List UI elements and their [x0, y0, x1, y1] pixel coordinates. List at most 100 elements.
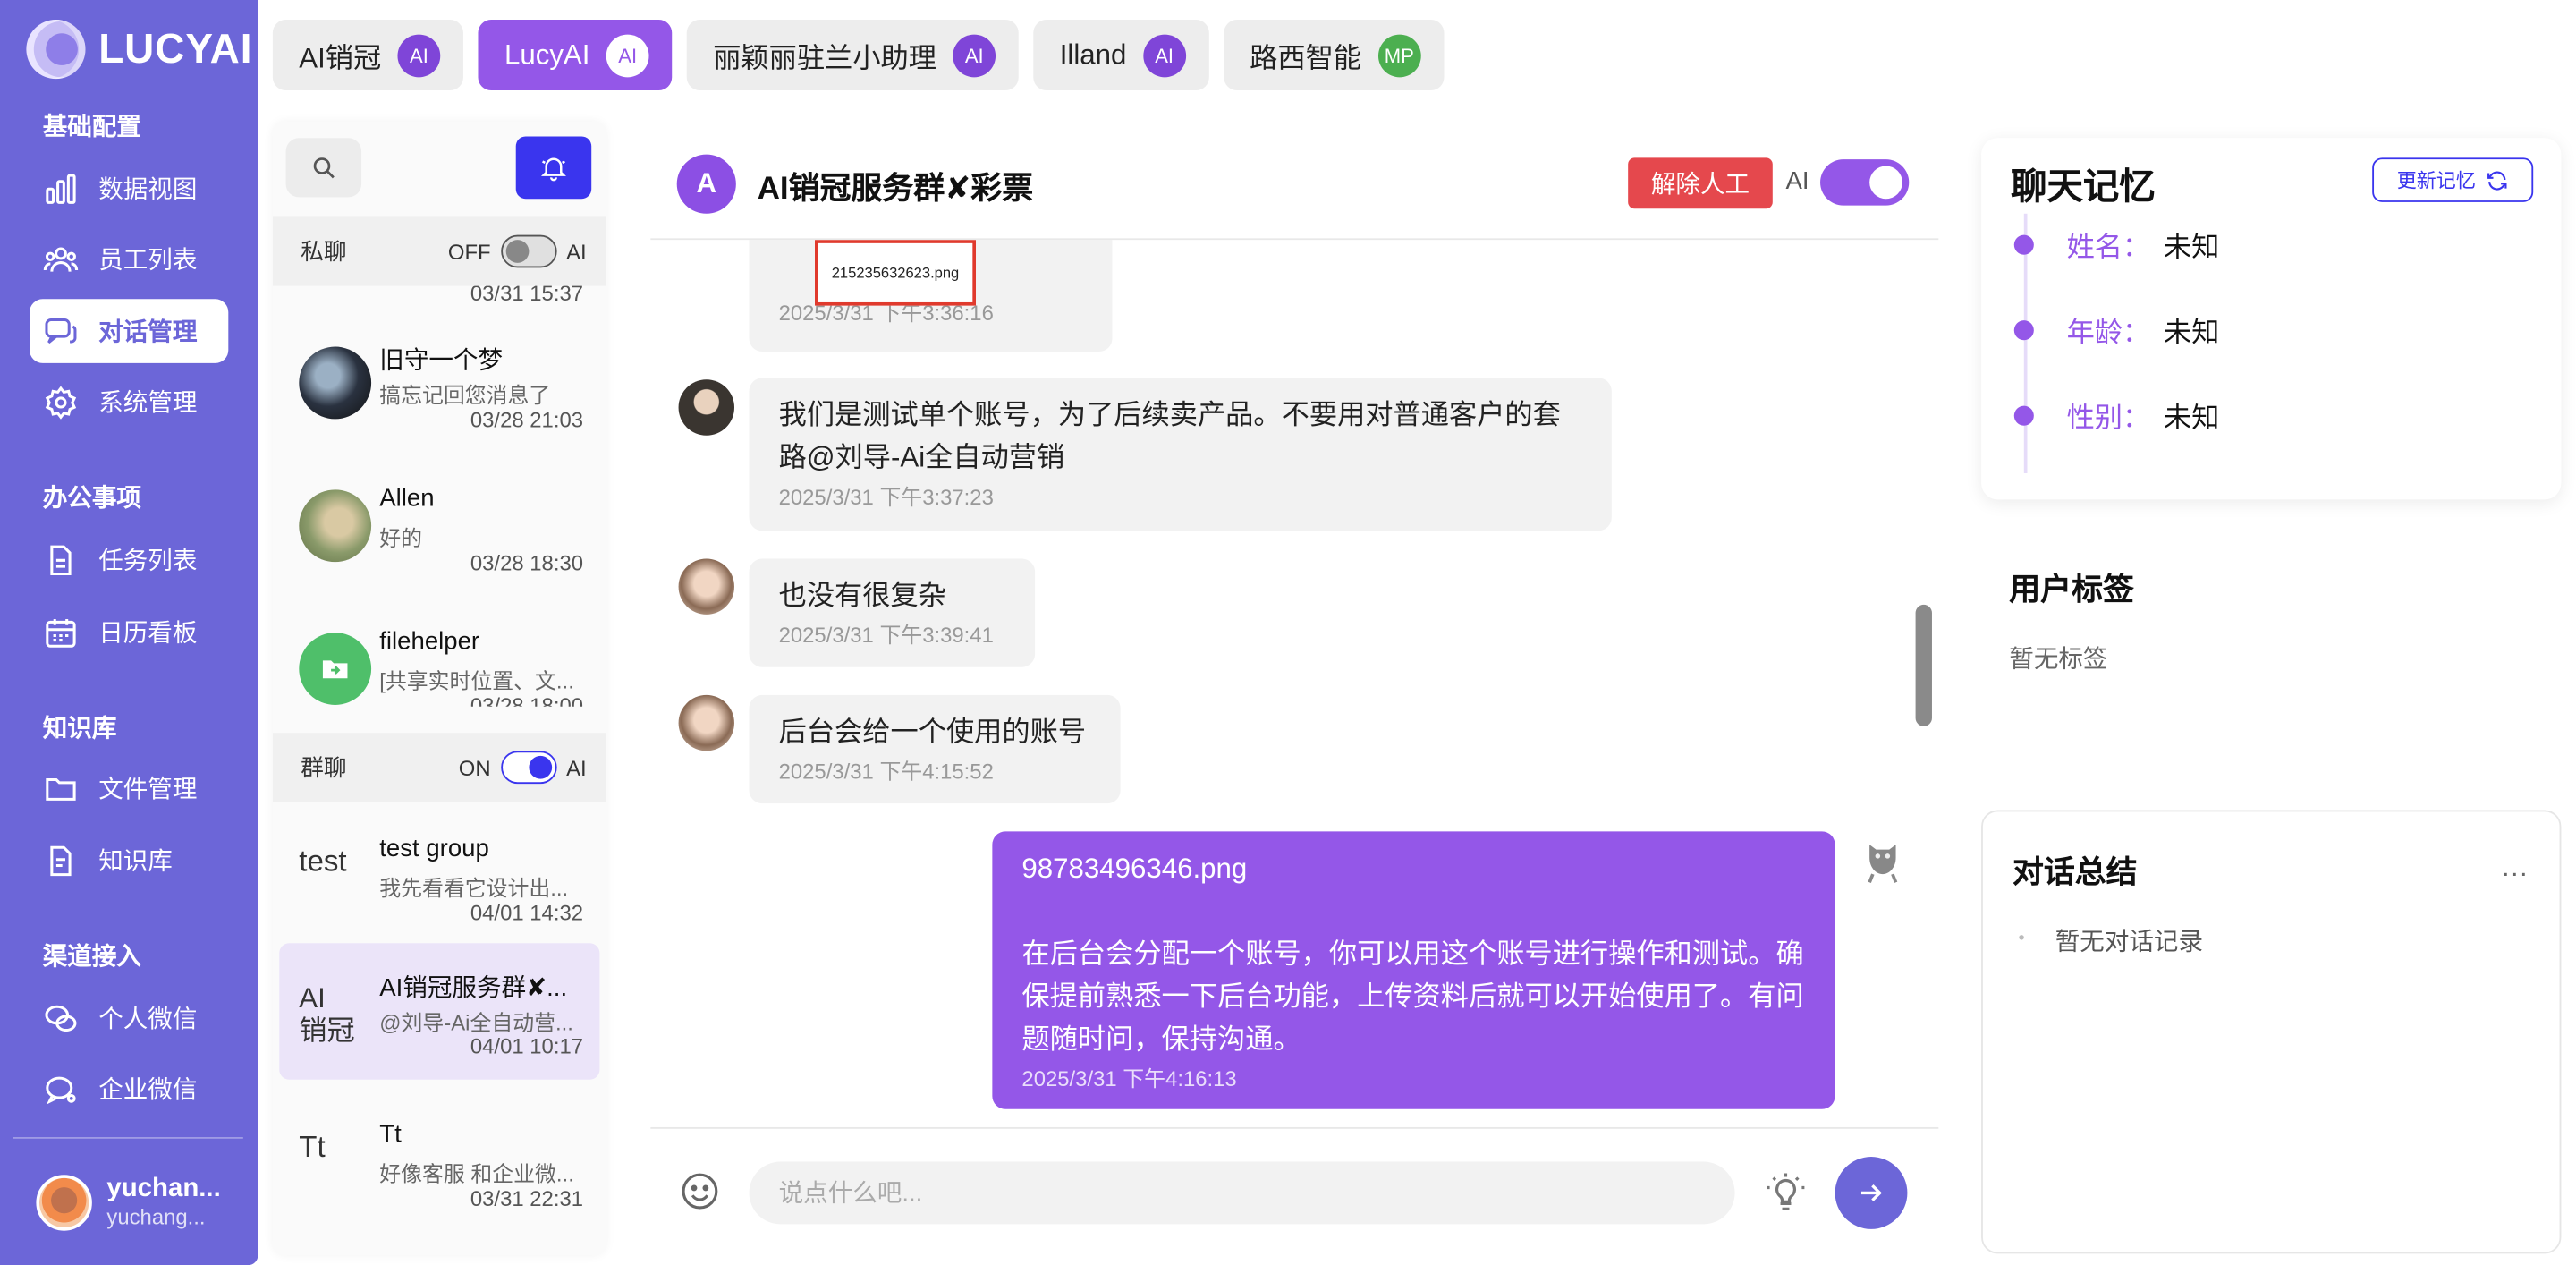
user-account: yuchang... — [106, 1204, 206, 1229]
message-text: 我们是测试单个账号，为了后续卖产品。不要用对普通客户的套路@刘导-Ai全自动营销 — [778, 399, 1561, 473]
bar-chart-icon — [43, 170, 79, 206]
avatar — [678, 379, 735, 436]
sidebar-item-label: 知识库 — [98, 847, 173, 876]
tab-ai-xiaoguan[interactable]: AI销冠 AI — [272, 20, 464, 91]
sidebar-item-conversations[interactable]: 对话管理 — [30, 299, 229, 363]
chat-title: AI销冠服务群✘彩票 — [757, 172, 1034, 208]
calendar-icon — [43, 614, 79, 649]
tab-lucyai[interactable]: LucyAI AI — [478, 20, 673, 91]
wechat-icon — [43, 1000, 79, 1036]
tab-label: LucyAI — [504, 38, 590, 71]
sidebar-item-label: 系统管理 — [98, 389, 198, 418]
conversation-summary-card: 对话总结 ... 暂无对话记录 — [1981, 810, 2562, 1254]
tab-assistant[interactable]: 丽颖丽驻兰小助理 AI — [686, 20, 1019, 91]
sidebar-item-personal-wechat[interactable]: 个人微信 — [30, 986, 228, 1050]
tab-badge: AI — [1142, 33, 1186, 77]
chat-icon — [43, 313, 79, 349]
list-item[interactable]: test test group 我先看看它设计出... 04/01 14:32 — [273, 805, 606, 947]
group-ai-toggle[interactable] — [500, 751, 557, 785]
list-item[interactable]: filehelper [共享实时位置、文... 03/28 18:00 — [273, 599, 606, 707]
message-list[interactable]: 215235632623.png 2025/3/31 下午3:36:16 我们是… — [650, 240, 1938, 1124]
sidebar-item-files[interactable]: 文件管理 — [30, 756, 228, 820]
memory-title: 聊天记忆 — [2011, 166, 2156, 208]
memory-field-gender: 性别： 未知 — [2013, 395, 2220, 436]
conv-time: 03/31 15:37 — [470, 285, 584, 306]
chat-scrollbar[interactable] — [1915, 604, 1932, 726]
user-tags-empty: 暂无标签 — [2009, 645, 2108, 675]
private-chat-title: 私聊 — [301, 238, 347, 265]
avatar[interactable] — [36, 1174, 92, 1230]
sidebar-item-data-view[interactable]: 数据视图 — [30, 156, 228, 220]
image-attachment[interactable]: 215235632623.png — [815, 240, 976, 306]
message-text: 后台会给一个使用的账号 — [778, 716, 1087, 748]
private-ai-toggle[interactable] — [500, 234, 557, 268]
memory-value: 未知 — [2163, 317, 2220, 349]
broken-image-icon: test — [299, 845, 347, 878]
search-button[interactable] — [285, 138, 362, 198]
user-profile[interactable]: yuchan... yuchang... — [36, 1173, 221, 1230]
sidebar-item-tasks[interactable]: 任务列表 — [30, 528, 228, 592]
tab-label: 丽颖丽驻兰小助理 — [713, 42, 937, 74]
sidebar-item-system[interactable]: 系统管理 — [30, 369, 228, 434]
sidebar-item-work-wechat[interactable]: 企业微信 — [30, 1057, 228, 1121]
update-memory-label: 更新记忆 — [2396, 169, 2476, 192]
conv-preview: @刘导-Ai全自动营... — [379, 1010, 573, 1036]
section-office: 办公事项 — [42, 484, 141, 514]
memory-value: 未知 — [2163, 402, 2220, 434]
sidebar-item-knowledge-base[interactable]: 知识库 — [30, 828, 228, 893]
bell-icon — [540, 157, 566, 182]
conv-preview: 我先看看它设计出... — [379, 875, 569, 901]
user-tags-title: 用户标签 — [2009, 573, 2134, 608]
tab-luxi[interactable]: 路西智能 MP — [1223, 20, 1444, 91]
lightbulb-icon[interactable] — [1765, 1172, 1808, 1215]
sidebar-item-label: 文件管理 — [98, 775, 198, 804]
timeline-dot — [2019, 935, 2024, 940]
sidebar-item-label: 企业微信 — [98, 1076, 198, 1105]
ai-toggle[interactable] — [1820, 159, 1910, 206]
message-input[interactable] — [749, 1161, 1735, 1225]
list-item-selected[interactable]: AI 销冠 AI销冠服务群✘... @刘导-Ai全自动营... 04/01 10… — [279, 943, 600, 1080]
more-options-button[interactable]: ... — [2502, 854, 2529, 884]
sidebar-item-label: 数据视图 — [98, 175, 198, 204]
sidebar-item-employees[interactable]: 员工列表 — [30, 226, 228, 291]
notification-button[interactable] — [515, 136, 592, 200]
tab-badge: AI — [397, 33, 441, 77]
list-item-partial[interactable]: 03/31 15:37 — [273, 286, 606, 312]
message-file: 98783496346.png — [1021, 853, 1248, 885]
chat-memory-card: 聊天记忆 更新记忆 姓名： 未知 年龄： 未知 性别： 未知 — [1981, 138, 2562, 500]
list-item[interactable]: Allen 好的 03/28 18:30 — [273, 455, 606, 597]
conv-time: 04/01 14:32 — [470, 900, 584, 926]
tab-illand[interactable]: Illand AI — [1033, 20, 1209, 91]
release-manual-button[interactable]: 解除人工 — [1628, 157, 1773, 209]
book-icon — [43, 842, 79, 878]
conv-name: Tt — [379, 1120, 402, 1149]
private-ai-state: OFF — [447, 239, 491, 264]
conv-preview: 好的 — [379, 525, 423, 551]
sidebar-item-calendar[interactable]: 日历看板 — [30, 599, 228, 664]
message-bubble: 也没有很复杂 2025/3/31 下午3:39:41 — [749, 558, 1036, 667]
search-icon — [313, 157, 335, 179]
group-ai-state: ON — [458, 754, 491, 780]
emoji-icon[interactable] — [680, 1172, 719, 1211]
ai-toggle-label: AI — [1785, 167, 1809, 196]
group-chat-title: 群聊 — [301, 754, 347, 781]
group-chat-header: 群聊 ON AI — [272, 733, 606, 802]
timeline-dot — [2013, 233, 2034, 254]
avatar — [299, 632, 372, 705]
list-item[interactable]: Tt Tt 好像客服 和企业微... 03/31 22:31 — [273, 1091, 606, 1233]
section-basic-config: 基础配置 — [42, 113, 141, 141]
section-knowledge: 知识库 — [42, 714, 117, 743]
message-time: 2025/3/31 下午3:39:41 — [778, 623, 994, 648]
list-item[interactable]: 旧守一个梦 搞忘记回您消息了 03/28 21:03 — [273, 312, 606, 454]
message-time: 2025/3/31 下午4:16:13 — [1021, 1066, 1237, 1091]
conv-name: test group — [379, 835, 489, 863]
conv-preview: 好像客服 和企业微... — [379, 1161, 574, 1187]
chat-avatar: A — [676, 154, 736, 214]
conv-name: filehelper — [379, 627, 480, 656]
timeline-dot — [2013, 404, 2034, 425]
send-button[interactable] — [1835, 1157, 1908, 1229]
work-wechat-icon — [43, 1071, 79, 1107]
bot-avatar — [1860, 831, 1905, 884]
timeline-dot — [2013, 319, 2034, 340]
update-memory-button[interactable]: 更新记忆 — [2372, 157, 2534, 202]
